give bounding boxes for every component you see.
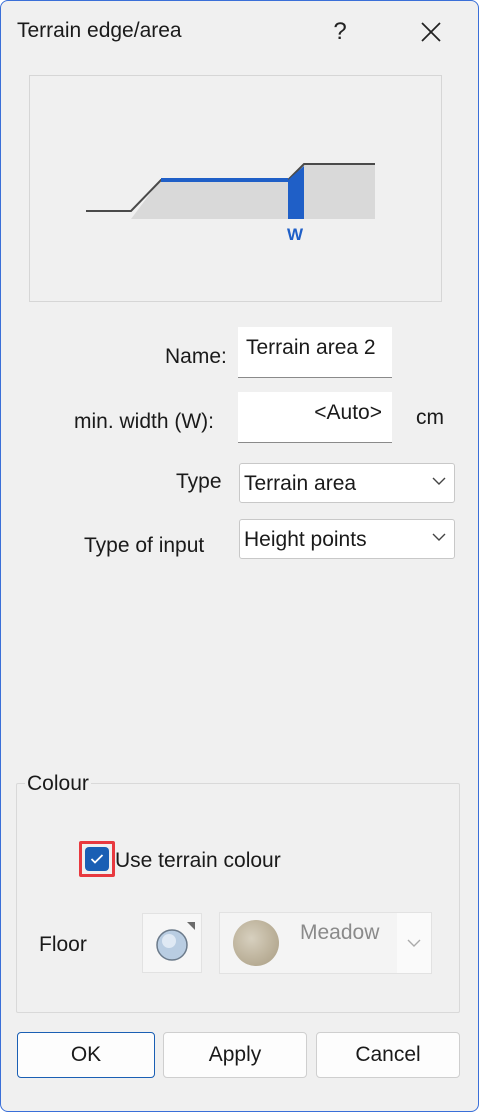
floor-material-value: Meadow bbox=[300, 921, 380, 944]
close-button[interactable] bbox=[405, 9, 457, 55]
input-type-select[interactable]: Height points bbox=[239, 519, 455, 559]
min-width-input-value: <Auto> bbox=[314, 401, 382, 424]
floor-label: Floor bbox=[39, 933, 87, 956]
use-terrain-colour-checkbox[interactable] bbox=[85, 847, 109, 871]
width-marker-label: W bbox=[287, 225, 304, 244]
cancel-button[interactable]: Cancel bbox=[316, 1032, 460, 1078]
width-area-marker bbox=[288, 166, 304, 219]
floor-material-picker-button[interactable] bbox=[142, 913, 202, 973]
name-input-value: Terrain area 2 bbox=[246, 336, 376, 359]
name-label: Name: bbox=[165, 345, 227, 368]
dialog-title: Terrain edge/area bbox=[17, 19, 182, 42]
terrain-profile-diagram: W bbox=[86, 163, 375, 244]
chevron-down-icon bbox=[432, 477, 446, 485]
use-terrain-colour-label[interactable]: Use terrain colour bbox=[115, 849, 281, 873]
floor-material-select[interactable]: Meadow bbox=[219, 912, 432, 974]
sphere-material-icon bbox=[156, 922, 195, 961]
min-width-label: min. width (W): bbox=[74, 410, 215, 433]
floor-dropdown-arrow[interactable] bbox=[397, 913, 431, 973]
min-width-input[interactable]: <Auto> bbox=[238, 392, 392, 443]
input-type-select-value: Height points bbox=[244, 528, 367, 551]
ok-button[interactable]: OK bbox=[17, 1032, 155, 1078]
chevron-down-icon bbox=[432, 533, 446, 541]
checkmark-icon bbox=[90, 854, 104, 864]
type-label: Type bbox=[176, 470, 222, 493]
meadow-texture-swatch bbox=[233, 920, 279, 966]
colour-group-title: Colour bbox=[25, 772, 91, 796]
chevron-down-icon bbox=[407, 939, 421, 947]
colour-group bbox=[16, 783, 460, 1013]
input-type-label: Type of input bbox=[84, 534, 205, 557]
type-select-value: Terrain area bbox=[244, 472, 357, 495]
type-select[interactable]: Terrain area bbox=[239, 463, 455, 503]
title-bar: Terrain edge/area ? bbox=[1, 1, 478, 63]
name-input[interactable]: Terrain area 2 bbox=[238, 327, 392, 378]
dialog-window: Terrain edge/area ? W Name: Terrain area… bbox=[0, 0, 479, 1112]
help-icon: ? bbox=[333, 18, 347, 45]
close-icon bbox=[421, 22, 441, 42]
apply-button[interactable]: Apply bbox=[163, 1032, 307, 1078]
terrain-preview: W bbox=[29, 75, 442, 302]
min-width-unit: cm bbox=[416, 406, 444, 429]
help-button[interactable]: ? bbox=[317, 9, 363, 55]
